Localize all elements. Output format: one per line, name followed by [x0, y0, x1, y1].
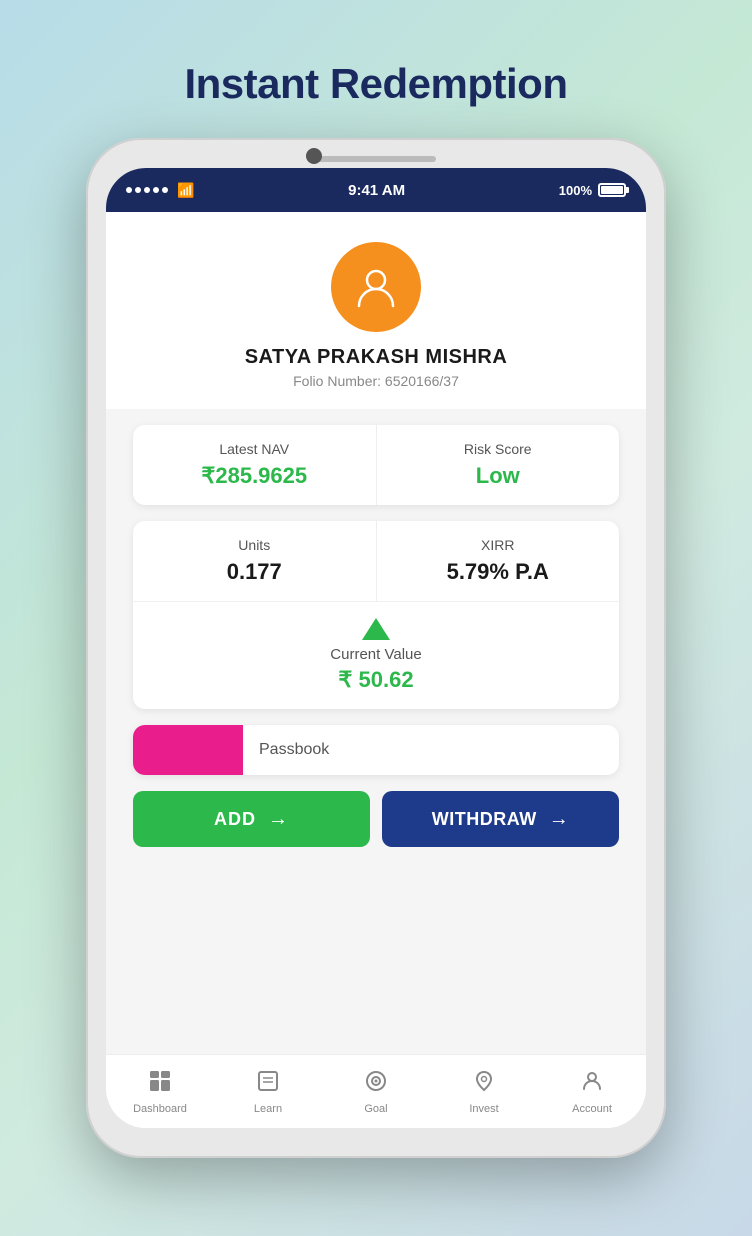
risk-label: Risk Score — [464, 441, 532, 457]
content-area: SATYA PRAKASH MISHRA Folio Number: 65201… — [106, 212, 646, 1054]
nav-item-goal[interactable]: Goal — [322, 1069, 430, 1115]
user-avatar-icon — [353, 264, 399, 310]
wifi-icon: 📶 — [177, 182, 194, 199]
nav-item-learn[interactable]: Learn — [214, 1069, 322, 1115]
xirr-value: 5.79% P.A — [447, 559, 549, 585]
status-left: 📶 — [126, 182, 194, 199]
status-bar: 📶 9:41 AM 100% — [106, 168, 646, 212]
battery-percentage: 100% — [559, 183, 592, 198]
page-title: Instant Redemption — [184, 60, 567, 108]
phone-frame: 📶 9:41 AM 100% SATYA PRAKASH MI — [86, 138, 666, 1158]
passbook-area: Passbook — [133, 725, 619, 775]
user-name: SATYA PRAKASH MISHRA — [245, 346, 508, 369]
add-label: ADD — [214, 809, 256, 830]
phone-screen: 📶 9:41 AM 100% SATYA PRAKASH MI — [106, 168, 646, 1128]
dashboard-icon — [148, 1069, 172, 1099]
current-value-amount: ₹ 50.62 — [338, 667, 413, 693]
current-value-label: Current Value — [330, 646, 421, 663]
nav-label-invest: Invest — [469, 1103, 498, 1115]
nav-label-account: Account — [572, 1103, 612, 1115]
nav-label-learn: Learn — [254, 1103, 282, 1115]
withdraw-label: WITHDRAW — [432, 809, 537, 830]
status-right: 100% — [559, 183, 626, 198]
nav-label: Latest NAV — [219, 441, 289, 457]
account-icon — [580, 1069, 604, 1099]
nav-section: Latest NAV ₹285.9625 — [133, 425, 377, 505]
add-arrow-icon: → — [268, 808, 289, 831]
risk-section: Risk Score Low — [377, 425, 620, 505]
avatar — [331, 242, 421, 332]
nav-label-goal: Goal — [364, 1103, 387, 1115]
passbook-tab-highlight — [133, 725, 243, 775]
bottom-nav: Dashboard Learn — [106, 1054, 646, 1128]
units-card: Units 0.177 XIRR 5.79% P.A Current Value… — [133, 521, 619, 709]
status-time: 9:41 AM — [348, 182, 405, 199]
triangle-up-icon — [362, 618, 390, 640]
invest-icon — [472, 1069, 496, 1099]
current-value-section: Current Value ₹ 50.62 — [133, 602, 619, 709]
add-button[interactable]: ADD → — [133, 791, 370, 847]
xirr-label: XIRR — [481, 537, 514, 553]
profile-section: SATYA PRAKASH MISHRA Folio Number: 65201… — [106, 212, 646, 409]
xirr-section: XIRR 5.79% P.A — [377, 521, 620, 601]
nav-item-account[interactable]: Account — [538, 1069, 646, 1115]
passbook-label: Passbook — [243, 741, 329, 759]
folio-number: Folio Number: 6520166/37 — [293, 373, 459, 389]
nav-label-dashboard: Dashboard — [133, 1103, 187, 1115]
nav-item-invest[interactable]: Invest — [430, 1069, 538, 1115]
nav-value: ₹285.9625 — [201, 463, 307, 489]
risk-value: Low — [476, 463, 520, 489]
withdraw-arrow-icon: → — [549, 808, 570, 831]
battery-icon — [598, 183, 626, 197]
nav-risk-card: Latest NAV ₹285.9625 Risk Score Low — [133, 425, 619, 505]
action-buttons: ADD → WITHDRAW → — [133, 791, 619, 851]
units-section: Units 0.177 — [133, 521, 377, 601]
units-value: 0.177 — [227, 559, 282, 585]
learn-icon — [256, 1069, 280, 1099]
goal-icon — [364, 1069, 388, 1099]
withdraw-button[interactable]: WITHDRAW → — [382, 791, 619, 847]
nav-item-dashboard[interactable]: Dashboard — [106, 1069, 214, 1115]
phone-camera — [306, 148, 322, 164]
units-label: Units — [238, 537, 270, 553]
